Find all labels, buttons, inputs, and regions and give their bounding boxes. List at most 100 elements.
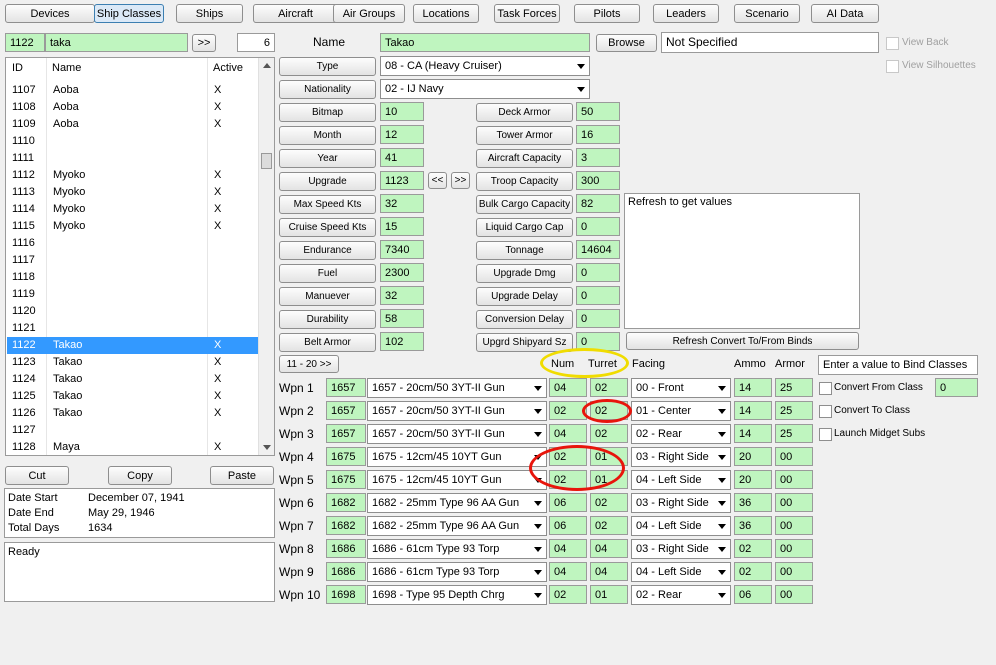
weapon-device-id-field[interactable]: 1682 bbox=[326, 516, 366, 535]
weapon-facing-select[interactable]: 00 - Front bbox=[631, 378, 731, 398]
weapon-armor-field[interactable]: 25 bbox=[775, 401, 813, 420]
deck-armor-button[interactable]: Deck Armor bbox=[476, 103, 573, 122]
troop-capacity-field[interactable]: 300 bbox=[576, 171, 620, 190]
toolbar-tab-task-forces[interactable]: Task Forces bbox=[494, 4, 560, 23]
bulk-cargo-capacity-button[interactable]: Bulk Cargo Capacity bbox=[476, 195, 573, 214]
toolbar-tab-scenario[interactable]: Scenario bbox=[734, 4, 800, 23]
upgrade-dmg-field[interactable]: 0 bbox=[576, 263, 620, 282]
cruise-speed-kts-field[interactable]: 15 bbox=[380, 217, 424, 236]
liquid-cargo-cap-button[interactable]: Liquid Cargo Cap bbox=[476, 218, 573, 237]
nationality-button[interactable]: Nationality bbox=[279, 80, 376, 99]
type-button[interactable]: Type bbox=[279, 57, 376, 76]
weapon-armor-field[interactable]: 25 bbox=[775, 424, 813, 443]
weapon-ammo-field[interactable]: 14 bbox=[734, 424, 772, 443]
weapon-device-select[interactable]: 1657 - 20cm/50 3YT-II Gun bbox=[367, 424, 547, 444]
weapon-num-field[interactable]: 04 bbox=[549, 562, 587, 581]
table-row[interactable]: 1119 bbox=[7, 286, 259, 303]
tonnage-field[interactable]: 14604 bbox=[576, 240, 620, 259]
search-next-button[interactable]: >> bbox=[192, 34, 216, 52]
toolbar-tab-aircraft[interactable]: Aircraft bbox=[253, 4, 338, 23]
weapon-turret-field[interactable]: 02 bbox=[590, 424, 628, 443]
weapon-armor-field[interactable]: 00 bbox=[775, 493, 813, 512]
belt-armor-button[interactable]: Belt Armor bbox=[279, 333, 376, 352]
weapons-page-button[interactable]: 11 - 20 >> bbox=[279, 355, 339, 373]
scroll-thumb[interactable] bbox=[261, 153, 272, 169]
toolbar-tab-devices[interactable]: Devices bbox=[5, 4, 95, 23]
refresh-convert-button[interactable]: Refresh Convert To/From Binds bbox=[626, 332, 859, 350]
weapon-turret-field[interactable]: 01 bbox=[590, 585, 628, 604]
weapon-facing-select[interactable]: 03 - Right Side bbox=[631, 493, 731, 513]
toolbar-tab-ship-classes[interactable]: Ship Classes bbox=[94, 4, 164, 23]
weapon-device-select[interactable]: 1682 - 25mm Type 96 AA Gun bbox=[367, 493, 547, 513]
weapon-facing-select[interactable]: 02 - Rear bbox=[631, 585, 731, 605]
conversion-delay-button[interactable]: Conversion Delay bbox=[476, 310, 573, 329]
table-row[interactable]: 1109 Aoba X bbox=[7, 116, 259, 133]
weapon-turret-field[interactable]: 04 bbox=[590, 562, 628, 581]
weapon-facing-select[interactable]: 01 - Center bbox=[631, 401, 731, 421]
month-field[interactable]: 12 bbox=[380, 125, 424, 144]
weapon-device-select[interactable]: 1675 - 12cm/45 10YT Gun bbox=[367, 447, 547, 467]
weapon-device-id-field[interactable]: 1657 bbox=[326, 378, 366, 397]
toolbar-tab-air-groups[interactable]: Air Groups bbox=[333, 4, 405, 23]
tower-armor-button[interactable]: Tower Armor bbox=[476, 126, 573, 145]
tonnage-button[interactable]: Tonnage bbox=[476, 241, 573, 260]
table-row[interactable]: 1116 bbox=[7, 235, 259, 252]
endurance-button[interactable]: Endurance bbox=[279, 241, 376, 260]
weapon-turret-field[interactable]: 02 bbox=[590, 516, 628, 535]
view-back-checkbox[interactable] bbox=[886, 37, 899, 50]
launch-midget-checkbox[interactable] bbox=[819, 428, 832, 441]
toolbar-tab-leaders[interactable]: Leaders bbox=[653, 4, 719, 23]
weapon-num-field[interactable]: 02 bbox=[549, 585, 587, 604]
max-speed-kts-field[interactable]: 32 bbox=[380, 194, 424, 213]
belt-armor-field[interactable]: 102 bbox=[380, 332, 424, 351]
weapon-device-id-field[interactable]: 1698 bbox=[326, 585, 366, 604]
upgrd-shipyard-sz-button[interactable]: Upgrd Shipyard Sz bbox=[476, 333, 573, 352]
nationality-select[interactable]: 02 - IJ Navy bbox=[380, 79, 590, 99]
weapon-device-id-field[interactable]: 1686 bbox=[326, 539, 366, 558]
weapon-turret-field[interactable]: 04 bbox=[590, 539, 628, 558]
table-row[interactable]: 1124 Takao X bbox=[7, 371, 259, 388]
weapon-num-field[interactable]: 04 bbox=[549, 424, 587, 443]
manuever-field[interactable]: 32 bbox=[380, 286, 424, 305]
paste-button[interactable]: Paste bbox=[210, 466, 274, 485]
weapon-device-select[interactable]: 1657 - 20cm/50 3YT-II Gun bbox=[367, 378, 547, 398]
weapon-ammo-field[interactable]: 36 bbox=[734, 493, 772, 512]
durability-field[interactable]: 58 bbox=[380, 309, 424, 328]
aircraft-capacity-field[interactable]: 3 bbox=[576, 148, 620, 167]
weapon-facing-select[interactable]: 03 - Right Side bbox=[631, 447, 731, 467]
weapon-facing-select[interactable]: 02 - Rear bbox=[631, 424, 731, 444]
weapon-armor-field[interactable]: 00 bbox=[775, 585, 813, 604]
table-row[interactable]: 1126 Takao X bbox=[7, 405, 259, 422]
weapon-device-id-field[interactable]: 1682 bbox=[326, 493, 366, 512]
weapon-turret-field[interactable]: 02 bbox=[590, 378, 628, 397]
weapon-facing-select[interactable]: 04 - Left Side bbox=[631, 470, 731, 490]
name-field[interactable]: Takao bbox=[380, 33, 590, 52]
weapon-ammo-field[interactable]: 14 bbox=[734, 378, 772, 397]
weapon-num-field[interactable]: 04 bbox=[549, 378, 587, 397]
bitmap-file-field[interactable]: Not Specified bbox=[661, 32, 879, 53]
weapon-armor-field[interactable]: 00 bbox=[775, 470, 813, 489]
weapon-device-select[interactable]: 1682 - 25mm Type 96 AA Gun bbox=[367, 516, 547, 536]
troop-capacity-button[interactable]: Troop Capacity bbox=[476, 172, 573, 191]
upgrade-delay-field[interactable]: 0 bbox=[576, 286, 620, 305]
weapon-num-field[interactable]: 06 bbox=[549, 516, 587, 535]
weapon-device-id-field[interactable]: 1657 bbox=[326, 424, 366, 443]
table-row[interactable]: 1107 Aoba X bbox=[7, 82, 259, 99]
weapon-device-id-field[interactable]: 1675 bbox=[326, 447, 366, 466]
toolbar-tab-pilots[interactable]: Pilots bbox=[574, 4, 640, 23]
copy-button[interactable]: Copy bbox=[108, 466, 172, 485]
conversion-delay-field[interactable]: 0 bbox=[576, 309, 620, 328]
weapon-turret-field[interactable]: 02 bbox=[590, 493, 628, 512]
table-row[interactable]: 1110 bbox=[7, 133, 259, 150]
weapon-armor-field[interactable]: 25 bbox=[775, 378, 813, 397]
weapon-armor-field[interactable]: 00 bbox=[775, 562, 813, 581]
weapon-ammo-field[interactable]: 02 bbox=[734, 539, 772, 558]
toolbar-tab-locations[interactable]: Locations bbox=[413, 4, 479, 23]
weapon-armor-field[interactable]: 00 bbox=[775, 447, 813, 466]
table-row[interactable]: 1115 Myoko X bbox=[7, 218, 259, 235]
weapon-device-select[interactable]: 1657 - 20cm/50 3YT-II Gun bbox=[367, 401, 547, 421]
liquid-cargo-cap-field[interactable]: 0 bbox=[576, 217, 620, 236]
month-button[interactable]: Month bbox=[279, 126, 376, 145]
table-row[interactable]: 1127 bbox=[7, 422, 259, 439]
weapon-ammo-field[interactable]: 20 bbox=[734, 470, 772, 489]
